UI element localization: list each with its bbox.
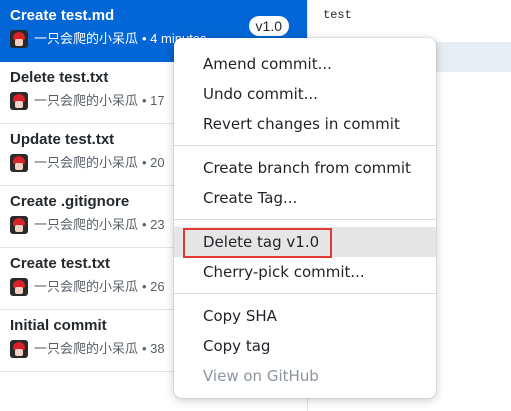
menu-separator [174,219,436,220]
menu-item-undo-commit[interactable]: Undo commit... [174,79,436,109]
commit-time: • 26 [142,279,165,294]
avatar [10,92,28,110]
menu-item-view-on-github: View on GitHub [203,367,319,385]
menu-item-copy-tag[interactable]: Copy tag [174,331,436,361]
menu-item-revert-changes[interactable]: Revert changes in commit [174,109,436,139]
avatar [10,216,28,234]
commit-author: 一只会爬的小呆瓜 [34,31,139,46]
menu-separator [174,145,436,146]
commit-author: 一只会爬的小呆瓜 [34,93,139,108]
commit-author: 一只会爬的小呆瓜 [34,155,139,170]
commit-time: • 17 [142,93,165,108]
menu-item-cherry-pick[interactable]: Cherry-pick commit... [174,257,436,287]
commit-author: 一只会爬的小呆瓜 [34,279,139,294]
avatar [10,278,28,296]
commit-author: 一只会爬的小呆瓜 [34,341,139,356]
avatar [10,340,28,358]
avatar [10,30,28,48]
menu-separator [174,293,436,294]
menu-item-copy-sha[interactable]: Copy SHA [174,301,436,331]
menu-item-delete-tag[interactable]: Delete tag v1.0 [174,227,436,258]
tag-badge: v1.0 [248,16,289,36]
commit-author: 一只会爬的小呆瓜 [34,217,139,232]
menu-item-label: Delete tag v1.0 [203,233,320,251]
menu-item-amend-commit[interactable]: Amend commit... [174,49,436,79]
avatar [10,154,28,172]
commit-time: • 20 [142,155,165,170]
file-content-line: test [323,8,352,22]
commit-time: • 38 [142,341,165,356]
commit-context-menu: Amend commit... Undo commit... Revert ch… [174,38,436,398]
menu-item-create-branch[interactable]: Create branch from commit [174,153,436,183]
menu-item-create-tag[interactable]: Create Tag... [174,183,436,213]
commit-time: • 23 [142,217,165,232]
